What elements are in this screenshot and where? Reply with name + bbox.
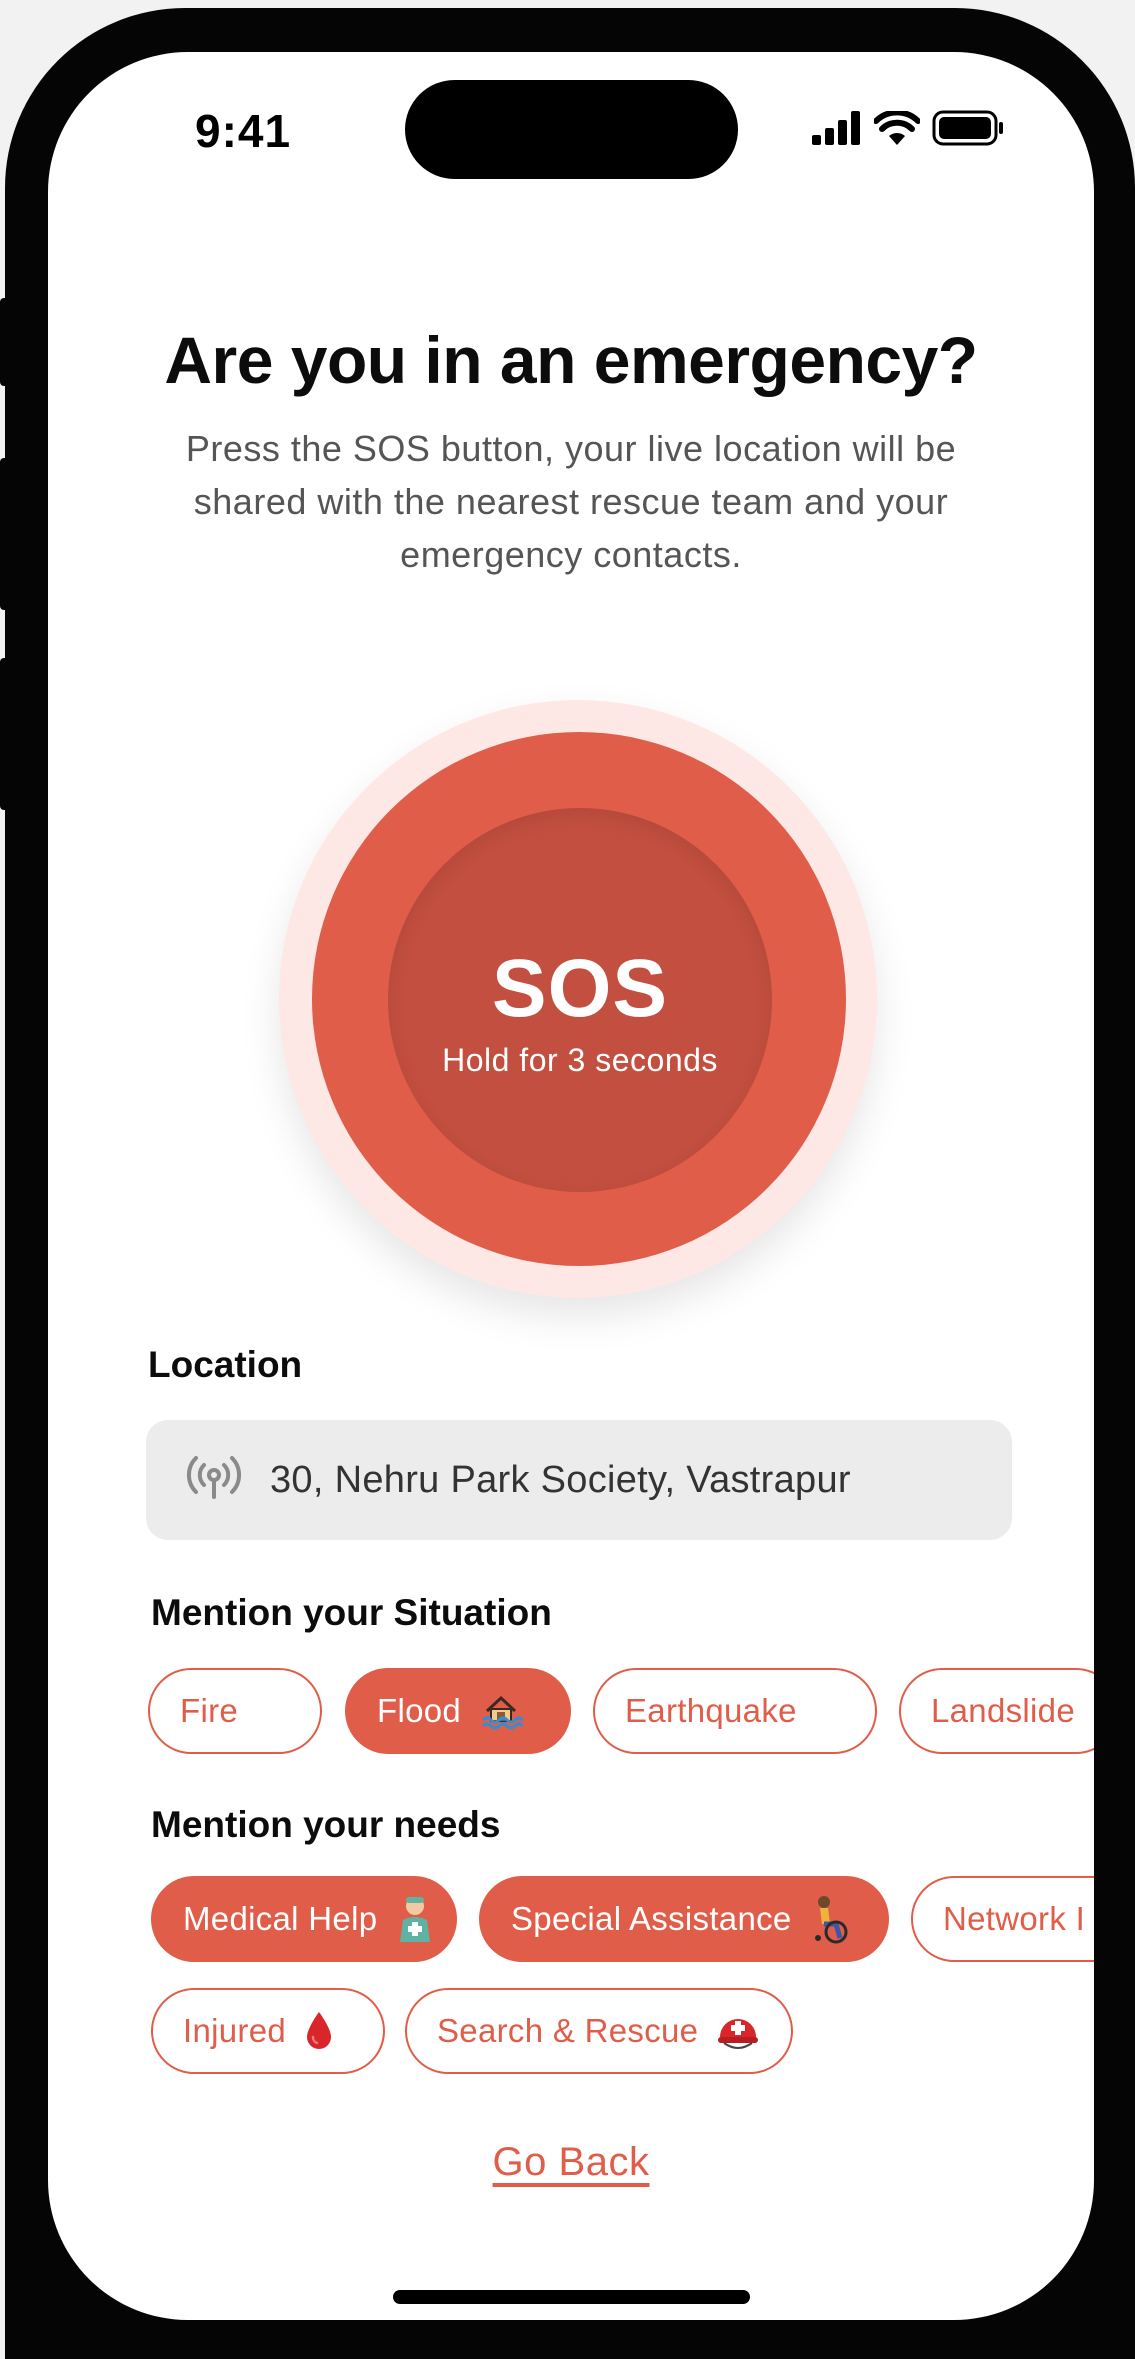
- wheelchair-person-icon: [810, 1894, 852, 1944]
- home-indicator[interactable]: [393, 2290, 750, 2304]
- action-button: [0, 298, 14, 386]
- chip-flood[interactable]: Flood: [345, 1668, 571, 1754]
- location-label: Location: [148, 1344, 303, 1385]
- signal-icon: [812, 110, 862, 150]
- status-icons: [812, 108, 1004, 151]
- chip-label: Network I: [943, 1900, 1086, 1937]
- chip-injured[interactable]: Injured: [151, 1988, 385, 2074]
- status-time: 9:41: [195, 105, 292, 157]
- chip-special-assistance[interactable]: Special Assistance: [479, 1876, 889, 1962]
- chip-label: Flood: [377, 1692, 462, 1729]
- go-back-link[interactable]: Go Back: [48, 2140, 1094, 2185]
- chip-label: Fire: [180, 1692, 239, 1729]
- chip-label: Medical Help: [183, 1900, 378, 1937]
- broadcast-icon: [184, 1455, 244, 1506]
- location-field[interactable]: 30, Nehru Park Society, Vastrapur: [146, 1420, 1012, 1540]
- page-title: Are you in an emergency?: [164, 323, 978, 397]
- dynamic-island: [405, 80, 738, 179]
- sos-hint: Hold for 3 seconds: [442, 1041, 718, 1078]
- sos-button-core[interactable]: SOS Hold for 3 seconds: [388, 808, 772, 1192]
- volume-up-button: [0, 458, 14, 610]
- situation-label: Mention your Situation: [151, 1592, 552, 1633]
- chip-label: Earthquake: [625, 1692, 797, 1729]
- volume-down-button: [0, 658, 14, 810]
- house-flood-icon: [479, 1689, 524, 1733]
- chip-medical-help[interactable]: Medical Help: [151, 1876, 457, 1962]
- chip-fire[interactable]: Fire: [148, 1668, 322, 1754]
- blood-drop-icon: [304, 2010, 334, 2052]
- chip-label: Injured: [183, 2012, 287, 2049]
- chip-search-rescue[interactable]: Search & Rescue: [405, 1988, 793, 2074]
- needs-label: Mention your needs: [151, 1804, 501, 1845]
- chip-earthquake[interactable]: Earthquake: [593, 1668, 877, 1754]
- chip-landslide[interactable]: Landslide: [899, 1668, 1094, 1754]
- location-address: 30, Nehru Park Society, Vastrapur: [270, 1458, 851, 1501]
- sos-label: SOS: [491, 942, 669, 1034]
- health-worker-icon: [395, 1894, 435, 1944]
- chip-label: Landslide: [931, 1692, 1075, 1729]
- chip-label: Search & Rescue: [437, 2012, 699, 2049]
- wifi-icon: [873, 108, 921, 150]
- app-screen: 9:41 Are you in an emergency? Press the …: [48, 52, 1094, 2320]
- chip-label: Special Assistance: [511, 1900, 792, 1937]
- battery-icon: [932, 110, 1004, 151]
- chip-network-issue[interactable]: Network I: [911, 1876, 1094, 1962]
- page-subtitle: Press the SOS button, your live location…: [185, 428, 957, 575]
- rescue-helmet-icon: [716, 2009, 760, 2053]
